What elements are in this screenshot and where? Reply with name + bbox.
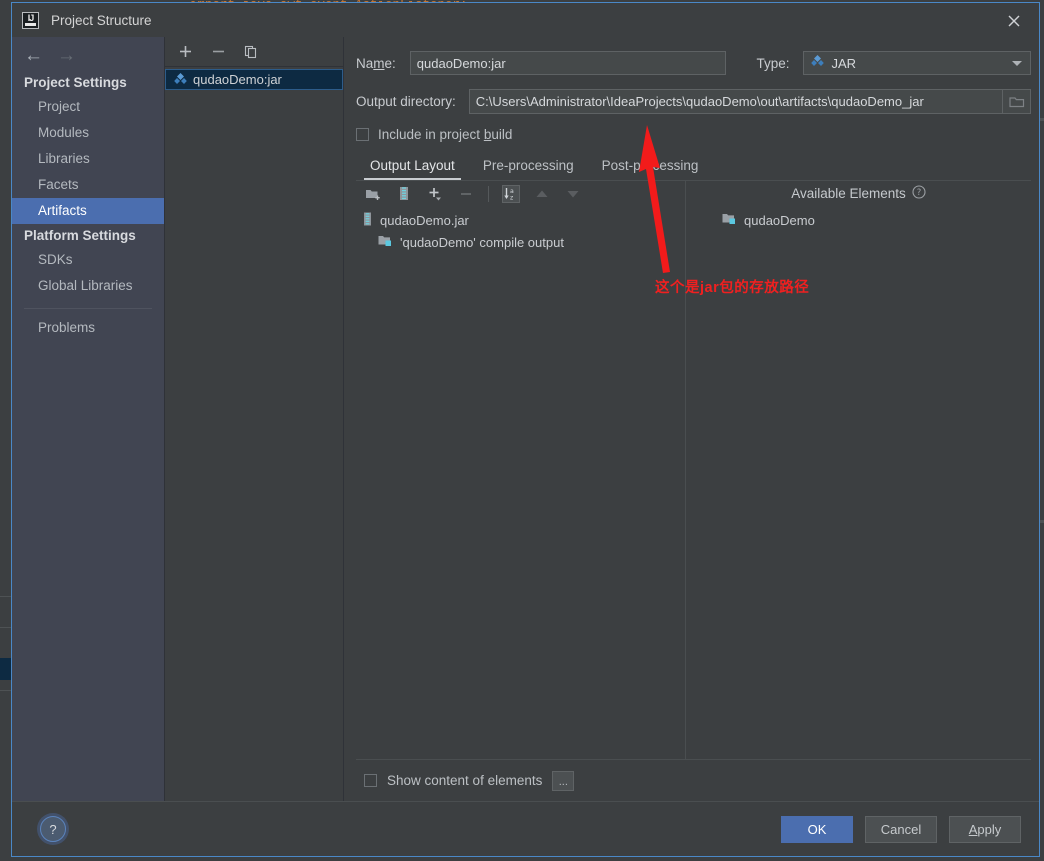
module-output-icon	[378, 234, 393, 250]
include-in-build-row: Include in project build	[356, 127, 1031, 142]
available-elements-header: Available Elements ?	[686, 181, 1031, 206]
dialog-title: Project Structure	[51, 12, 152, 28]
include-in-build-label: Include in project build	[378, 127, 513, 142]
list-item[interactable]: qudaoDemo	[722, 209, 815, 231]
name-type-row: Name: Type: JAR	[356, 51, 1031, 75]
show-content-label: Show content of elements	[387, 773, 543, 788]
folder-open-icon[interactable]	[1003, 89, 1031, 114]
sidebar-item-global-libraries[interactable]: Global Libraries	[12, 273, 164, 299]
archive-icon	[362, 212, 373, 229]
artifact-list-item-label: qudaoDemo:jar	[193, 72, 282, 87]
output-layout-tree: qudaoDemo.jar 'qudaoDemo' compile output	[356, 206, 685, 253]
settings-sidebar: ← → Project Settings Project Modules Lib…	[12, 37, 165, 801]
list-item-label: qudaoDemo	[744, 212, 815, 228]
artifact-diamond-icon	[174, 72, 187, 88]
tab-pre-processing[interactable]: Pre-processing	[469, 155, 588, 180]
dialog-body: ← → Project Settings Project Modules Lib…	[12, 37, 1039, 801]
ide-separator	[0, 627, 11, 628]
tree-row[interactable]: qudaoDemo.jar	[356, 209, 685, 231]
minus-icon[interactable]	[210, 44, 226, 60]
sort-alpha-icon[interactable]: a z	[502, 184, 520, 203]
archive-icon[interactable]	[395, 185, 413, 203]
arrow-down-icon[interactable]	[564, 185, 582, 203]
name-label: Name:	[356, 55, 396, 71]
sidebar-item-modules[interactable]: Modules	[12, 120, 164, 146]
close-icon[interactable]	[1005, 12, 1023, 30]
arrow-left-icon[interactable]: ←	[24, 46, 43, 65]
question-circle-icon[interactable]: ?	[912, 185, 926, 202]
project-structure-dialog: Project Structure ← → Project Settings P…	[11, 2, 1040, 857]
sidebar-item-project[interactable]: Project	[12, 94, 164, 120]
module-output-icon	[722, 212, 737, 228]
ide-tool-window-marker	[0, 658, 11, 680]
arrow-up-icon[interactable]	[533, 185, 551, 203]
tree-row-label: 'qudaoDemo' compile output	[400, 234, 564, 250]
output-directory-input[interactable]	[468, 89, 1003, 114]
sidebar-item-libraries[interactable]: Libraries	[12, 146, 164, 172]
tab-post-processing[interactable]: Post-processing	[588, 155, 713, 180]
output-layout-pane: a z qudaoDemo.jar 'qudaoDemo' compile ou…	[356, 181, 686, 759]
sidebar-item-problems[interactable]: Problems	[12, 315, 164, 341]
folder-add-icon[interactable]	[364, 185, 382, 203]
sidebar-group-platform-settings: Platform Settings	[24, 228, 136, 243]
chevron-down-icon	[1012, 61, 1022, 66]
sidebar-item-sdks[interactable]: SDKs	[12, 247, 164, 273]
artifact-diamond-icon	[811, 54, 825, 72]
ide-separator	[0, 690, 11, 691]
tree-row[interactable]: 'qudaoDemo' compile output	[356, 231, 685, 253]
apply-button[interactable]: Apply	[949, 815, 1021, 843]
ide-right-marker	[1040, 118, 1044, 121]
dialog-footer: ? OK Cancel Apply	[12, 801, 1039, 856]
output-directory-row: Output directory:	[356, 89, 1031, 114]
sidebar-item-facets[interactable]: Facets	[12, 172, 164, 198]
ide-right-marker	[1040, 520, 1044, 523]
sidebar-group-project-settings: Project Settings	[24, 75, 127, 90]
annotation-text: 这个是jar包的存放路径	[655, 280, 810, 296]
help-button[interactable]: ?	[40, 816, 66, 842]
type-dropdown-value: JAR	[831, 55, 857, 71]
ok-button[interactable]: OK	[781, 815, 853, 843]
artifact-list: qudaoDemo:jar	[165, 67, 343, 801]
artifact-tabs: Output Layout Pre-processing Post-proces…	[356, 155, 1031, 180]
toolbar-separator	[488, 185, 489, 202]
cancel-button[interactable]: Cancel	[865, 815, 937, 843]
svg-text:?: ?	[917, 188, 922, 198]
output-layout-panes: a z qudaoDemo.jar 'qudaoDemo' compile ou…	[356, 180, 1031, 759]
show-content-checkbox[interactable]	[364, 774, 377, 787]
type-dropdown[interactable]: JAR	[803, 51, 1031, 75]
plus-dropdown-icon[interactable]	[426, 185, 444, 203]
output-layout-toolbar: a z	[356, 181, 685, 206]
sidebar-navigation: ← →	[12, 39, 164, 71]
available-elements-pane: Available Elements ? qudaoDemo	[686, 181, 1031, 759]
show-content-row: Show content of elements ...	[356, 759, 1031, 801]
sidebar-item-artifacts[interactable]: Artifacts	[12, 198, 164, 224]
show-content-options-button[interactable]: ...	[552, 770, 575, 791]
sidebar-divider	[24, 308, 152, 309]
artifact-editor: Name: Type: JAR Outpu	[344, 37, 1039, 801]
type-label: Type:	[756, 55, 790, 71]
svg-text:z: z	[510, 194, 513, 201]
available-elements-title: Available Elements	[791, 186, 906, 201]
intellij-idea-logo-icon	[22, 11, 39, 29]
include-in-build-checkbox[interactable]	[356, 128, 369, 141]
arrow-right-icon[interactable]: →	[57, 46, 76, 65]
ide-separator	[0, 596, 11, 597]
artifact-list-toolbar	[165, 37, 343, 67]
minus-icon[interactable]	[457, 185, 475, 203]
artifact-list-panel: qudaoDemo:jar	[165, 37, 344, 801]
tab-output-layout[interactable]: Output Layout	[356, 155, 469, 180]
ide-right-strip	[1040, 0, 1044, 861]
artifact-list-item[interactable]: qudaoDemo:jar	[165, 69, 343, 90]
output-directory-label: Output directory:	[356, 94, 456, 109]
dialog-titlebar: Project Structure	[12, 3, 1039, 37]
plus-icon[interactable]	[177, 44, 193, 60]
name-input[interactable]	[409, 51, 727, 75]
copy-icon[interactable]	[243, 44, 259, 60]
tree-row-label: qudaoDemo.jar	[380, 212, 469, 228]
available-elements-list: qudaoDemo	[686, 206, 1031, 231]
ide-left-strip	[0, 0, 11, 861]
